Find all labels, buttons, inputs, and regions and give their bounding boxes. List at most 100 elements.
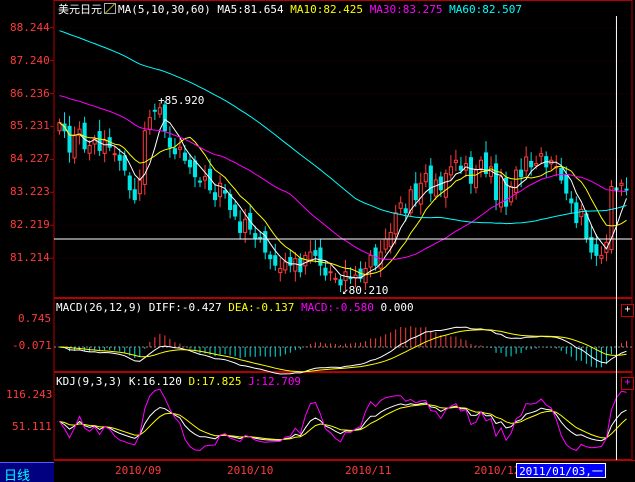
candle-body-92 [519,169,524,178]
kdj-panel-plot [59,388,627,452]
candle-body-106 [589,237,594,253]
candle-body-69 [403,208,408,214]
chart-svg [50,0,635,461]
d-label: D:17.825 [188,375,242,388]
candle-body-104 [579,208,584,218]
price-ytick-3: 85.231 [10,119,50,133]
candle-body-6 [87,145,92,154]
candle-body-37 [243,218,248,233]
candle-body-87 [493,163,499,201]
date-label-3: 2010/12 [474,464,521,477]
candle-body-91 [514,169,519,193]
price-ytick-1: 87.240 [10,53,50,67]
kdj-expand-button[interactable]: + [621,377,634,390]
candle-body-90 [509,186,514,203]
candle-body-39 [253,233,258,240]
macd-indicator-label: MACD(26,12,9) [56,301,143,314]
candle-body-77 [443,172,448,198]
candle-body-8 [97,131,102,151]
candle-body-43 [273,255,278,266]
candle-body-27 [192,160,198,178]
candle-body-51 [313,250,318,256]
candle-body-78 [448,166,453,176]
k-label: K:16.120 [128,375,182,388]
macd-expand-button[interactable]: + [621,304,634,317]
candle-body-23 [172,148,177,155]
candle-body-45 [283,261,288,271]
main-header: 美元日元 MA(5,10,30,60) MA5:81.654 MA10:82.42… [58,3,522,17]
dea-label: DEA:-0.137 [228,301,295,314]
price-ytick-5: 83.223 [10,185,50,199]
candle-body-31 [212,192,218,201]
candle-body-112 [619,182,624,186]
candle-body-102 [569,198,574,204]
candle-body-20 [157,107,162,115]
candle-body-11 [112,153,117,156]
candle-body-53 [323,267,328,276]
candle-body-21 [162,104,167,132]
candle-body-2 [67,125,72,153]
candle-body-49 [303,254,308,267]
macd-header: MACD(26,12,9) DIFF:-0.427 DEA:-0.137 MAC… [56,301,414,315]
high-marker: +85.920 [158,94,205,107]
kdj-indicator-label: KDJ(9,3,3) [56,375,123,388]
candle-body-18 [147,117,152,130]
kdj-header: KDJ(9,3,3) K:16.120 D:17.825 J:12.709 [56,375,301,389]
low-marker-value: 80.210 [348,284,389,297]
candle-body-105 [584,213,589,240]
price-ytick-6: 82.219 [10,218,50,232]
macd-dea-line [59,329,627,373]
candle-body-14 [127,175,132,191]
ma5-label: MA5:81.654 [217,3,284,16]
candle-body-64 [378,251,383,269]
candle-body-32 [218,182,223,198]
date-label-0: 2010/09 [115,464,162,477]
candle-body-55 [333,277,338,280]
candle-body-108 [599,254,604,259]
candle-body-82 [468,157,474,184]
candle-body-36 [238,221,243,233]
macd-ytick-1: -0.071 [12,339,52,352]
kdj-j-line [59,388,627,452]
candle-body-24 [177,146,182,150]
macd-panel-plot [54,326,632,375]
price-ytick-7: 81.214 [10,251,50,265]
price-ytick-4: 84.227 [10,152,50,166]
panel-frames [53,0,635,461]
low-marker: ↙80.210 [342,284,389,297]
candle-body-68 [398,202,403,209]
candle-body-80 [458,165,463,171]
candle-body-113 [624,188,629,191]
candle-body-75 [433,179,438,197]
kdj-ytick-1: 51.111 [12,420,52,433]
period-tab[interactable]: 日线 [0,462,54,482]
candle-body-73 [423,172,428,183]
candle-body-67 [393,212,398,235]
candle-body-16 [137,179,142,195]
candle-body-107 [594,244,599,256]
diff-label: DIFF:-0.427 [148,301,222,314]
candle-body-25 [182,152,188,161]
candle-body-29 [202,176,208,181]
candle-body-35 [233,204,238,217]
candle-body-96 [539,153,544,157]
candle-body-62 [368,254,373,268]
kdj-ytick-0: 116.243 [6,388,53,401]
candle-body-12 [117,154,122,161]
ma60-label: MA60:82.507 [449,3,523,16]
date-label-1: 2010/10 [227,464,274,477]
cursor-date-label: 2011/01/03,一 [516,463,606,478]
ma10-label: MA10:82.425 [290,3,364,16]
candle-body-33 [223,190,228,194]
candle-body-54 [328,271,333,274]
candle-body-93 [524,156,529,172]
candle-body-58 [348,277,353,280]
candle-body-17 [142,130,147,185]
macd-diff-line [59,326,627,375]
candle-body-22 [167,137,172,148]
candle-body-95 [534,163,539,166]
candle-body-101 [564,175,569,194]
candle-body-79 [453,159,458,163]
ma30-label: MA30:83.275 [369,3,443,16]
macd-ytick-0: 0.745 [18,312,52,325]
